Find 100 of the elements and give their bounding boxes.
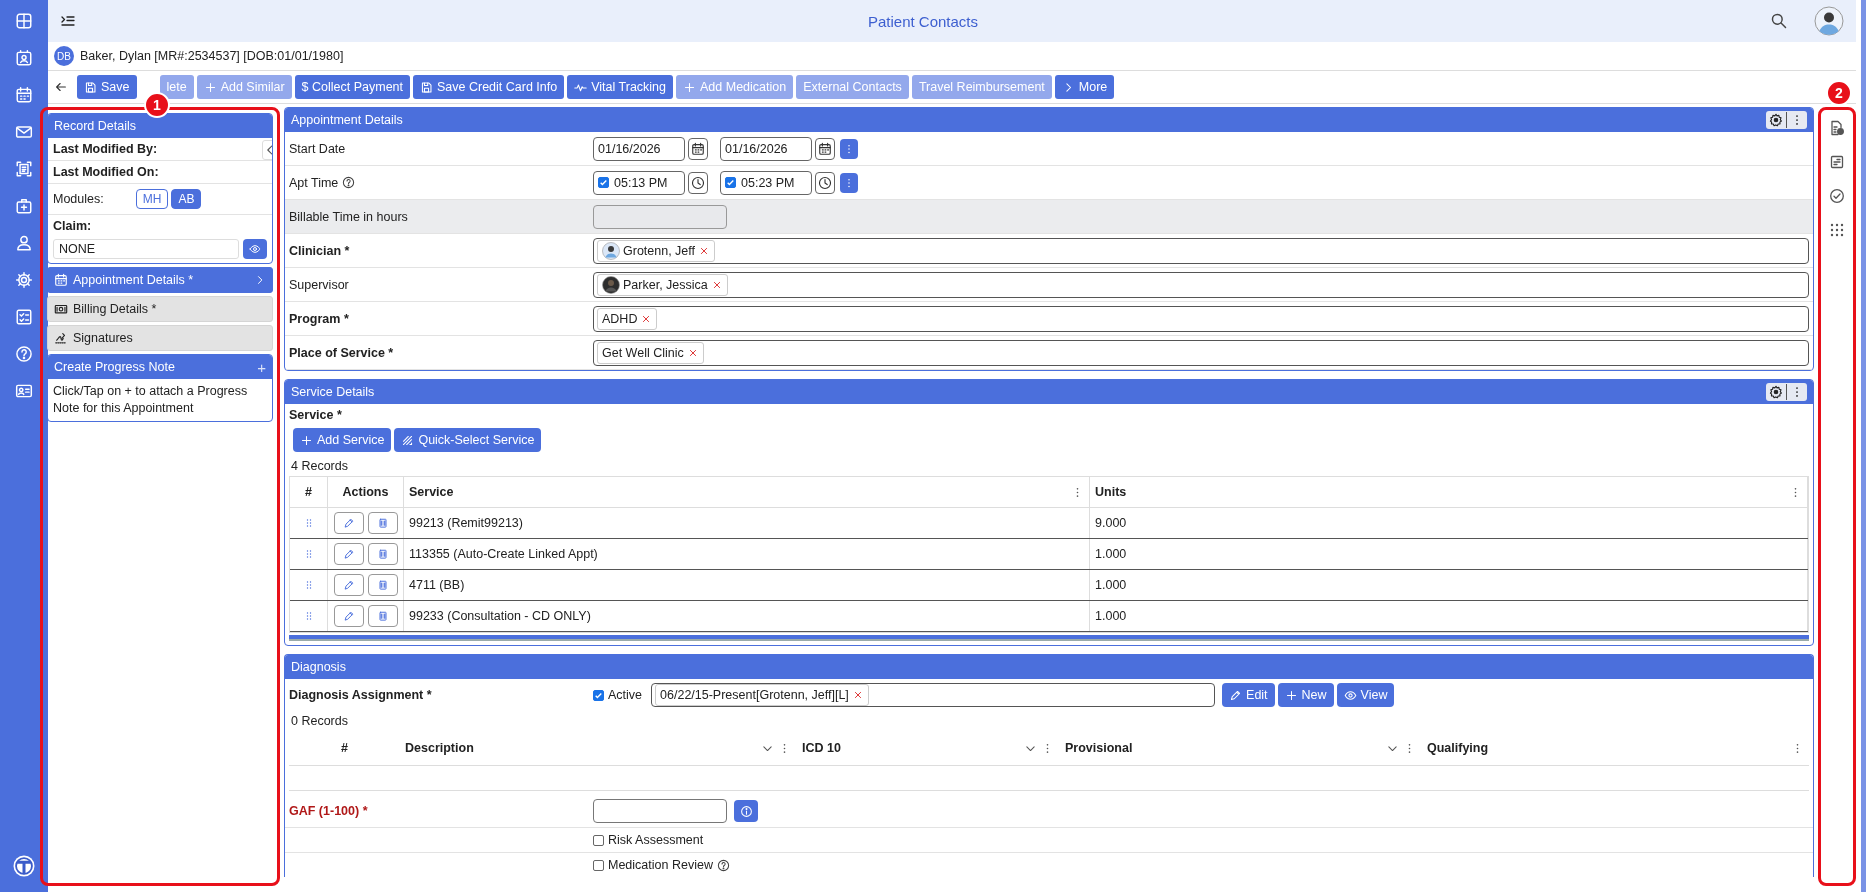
module-toggle[interactable]: AB — [171, 189, 202, 209]
calendar-icon[interactable] — [691, 141, 705, 156]
info-button[interactable] — [734, 800, 758, 822]
user-avatar[interactable] — [1814, 6, 1844, 36]
pencil-icon — [342, 517, 355, 529]
avatar-icon — [602, 275, 620, 294]
field-label: Service * — [289, 408, 342, 422]
search-icon[interactable] — [1770, 12, 1788, 30]
chip-label: 06/22/15-Present[Grotenn, Jeff][L] — [660, 688, 849, 702]
chip-label: ADHD — [602, 311, 638, 326]
record-count: 4 Records — [290, 458, 349, 475]
more-options-button[interactable] — [840, 138, 858, 159]
selected-chip[interactable]: ADHD — [597, 307, 658, 330]
grid-icon[interactable] — [15, 12, 33, 30]
section-title: Diagnosis — [291, 660, 346, 674]
multi-select-field[interactable]: ADHD — [593, 305, 1809, 332]
eye-icon — [1343, 688, 1357, 702]
checkbox[interactable] — [593, 834, 604, 846]
add-button[interactable]: + — [257, 358, 266, 376]
help-icon[interactable] — [716, 858, 730, 872]
section-tab[interactable]: Signatures — [47, 325, 273, 351]
toolbar-button[interactable]: Save Credit Card Info — [413, 75, 565, 99]
edit-button[interactable] — [333, 605, 364, 627]
delete-button[interactable] — [367, 605, 398, 627]
table-cell: 1.000 — [1095, 609, 1127, 623]
id-card-icon[interactable] — [15, 382, 33, 400]
selected-chip[interactable]: 06/22/15-Present[Grotenn, Jeff][L] — [655, 684, 869, 706]
pencil-icon — [342, 610, 355, 622]
patient-summary: Baker, Dylan [MR#:2534537] [DOB:01/01/1980] — [80, 49, 344, 63]
action-button[interactable]: Add Service — [293, 428, 392, 452]
medical-kit-icon[interactable] — [15, 197, 33, 215]
edit-button[interactable] — [333, 543, 364, 565]
toolbar-button[interactable]: Vital Tracking — [567, 75, 674, 99]
table-cell: 1.000 — [1095, 578, 1127, 592]
section-tab[interactable]: Appointment Details * — [47, 267, 273, 293]
column-header: Qualifying — [1427, 741, 1489, 755]
multi-select-field[interactable]: Grotenn, Jeff — [593, 237, 1809, 264]
toolbar-button[interactable]: Save — [77, 75, 137, 99]
field-label: Supervisor — [289, 277, 349, 292]
clock-icon[interactable] — [818, 175, 832, 190]
module-toggle[interactable]: MH — [135, 189, 169, 209]
multi-select-field[interactable]: Get Well Clinic — [593, 339, 1809, 366]
checkbox[interactable] — [593, 859, 604, 871]
menu-toggle-icon[interactable] — [60, 13, 76, 29]
apps-grid-icon[interactable] — [1829, 222, 1845, 238]
delete-button[interactable] — [367, 543, 398, 565]
back-icon[interactable] — [54, 80, 68, 94]
date-field[interactable]: 01/16/2026 — [720, 136, 812, 161]
note-icon[interactable] — [1829, 154, 1845, 170]
edit-button[interactable] — [333, 574, 364, 596]
document-info-icon[interactable] — [1829, 120, 1845, 136]
view-button[interactable] — [243, 239, 267, 259]
field-label: Start Date — [289, 141, 346, 156]
column-header: ICD 10 — [802, 741, 841, 755]
checkbox-label: Medication Review — [608, 858, 713, 872]
multi-select-field[interactable]: Parker, Jessica — [593, 271, 1809, 298]
delete-button[interactable] — [367, 574, 398, 596]
column-header: Units — [1095, 485, 1127, 499]
checkbox[interactable] — [725, 177, 736, 188]
action-button[interactable]: Quick-Select Service — [394, 428, 542, 452]
multi-select-field[interactable]: 06/22/15-Present[Grotenn, Jeff][L] — [651, 683, 1216, 707]
pencil-icon — [342, 579, 355, 591]
eye-icon — [249, 242, 261, 256]
time-field[interactable]: 05:13 PM — [593, 170, 685, 195]
checkbox[interactable] — [598, 177, 609, 188]
scan-document-icon[interactable] — [15, 160, 33, 178]
action-button[interactable]: Edit — [1222, 683, 1275, 707]
time-field[interactable]: 05:23 PM — [720, 170, 812, 195]
person-icon[interactable] — [15, 234, 33, 252]
calendar-icon[interactable] — [818, 141, 832, 156]
field-label: Clinician * — [289, 243, 350, 258]
mail-icon[interactable] — [15, 123, 33, 141]
date-field[interactable]: 01/16/2026 — [593, 136, 685, 161]
delete-button[interactable] — [367, 512, 398, 534]
toolbar-button[interactable]: $ Collect Payment — [294, 75, 410, 99]
toolbar-button[interactable]: More — [1054, 75, 1115, 99]
calendar-icon — [54, 273, 68, 287]
gaf-field[interactable] — [593, 799, 727, 823]
selected-chip[interactable]: Parker, Jessica — [597, 273, 728, 296]
trash-icon — [376, 548, 389, 560]
more-options-button[interactable] — [840, 172, 858, 193]
checklist-icon[interactable] — [15, 308, 33, 326]
selected-chip[interactable]: Get Well Clinic — [597, 341, 704, 364]
action-button[interactable]: New — [1277, 683, 1334, 707]
checkbox[interactable] — [593, 689, 604, 701]
edit-button[interactable] — [333, 512, 364, 534]
action-button[interactable]: View — [1336, 683, 1395, 707]
claim-field[interactable]: NONE — [53, 239, 239, 259]
help-icon[interactable] — [342, 176, 356, 189]
section-tab[interactable]: Billing Details * — [47, 296, 273, 322]
table-cell: 1.000 — [1095, 547, 1127, 561]
selected-chip[interactable]: Grotenn, Jeff — [597, 239, 716, 262]
patient-initials: DB — [54, 46, 74, 66]
column-header: Description — [405, 741, 474, 755]
logo-icon[interactable] — [12, 854, 36, 878]
check-circle-icon[interactable] — [1829, 188, 1845, 204]
clock-icon[interactable] — [691, 175, 705, 190]
field-label: GAF (1-100) * — [289, 804, 369, 818]
field-label: Program * — [289, 311, 349, 326]
contact-card-icon[interactable] — [15, 49, 33, 67]
